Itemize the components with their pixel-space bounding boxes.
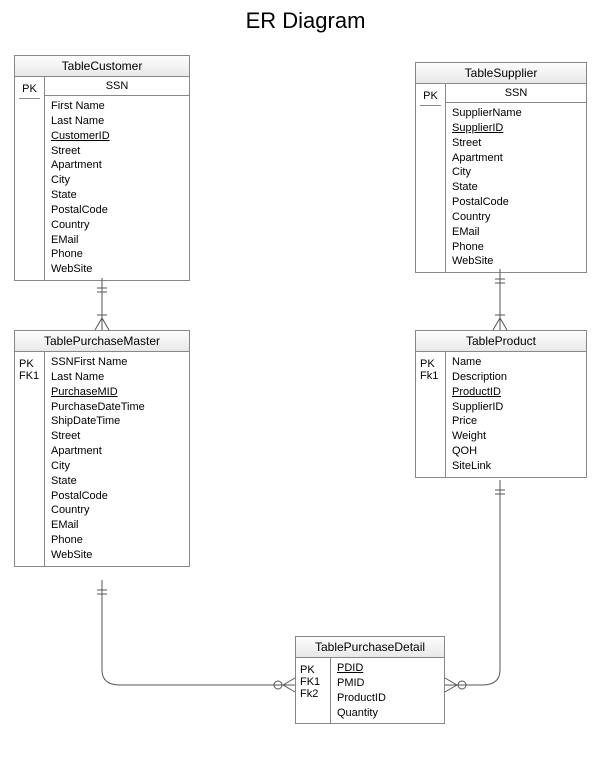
key-fk1: FK1: [19, 370, 40, 382]
diagram-title: ER Diagram: [0, 8, 611, 34]
entity-purchase-master-header: TablePurchaseMaster: [15, 331, 189, 352]
entity-purchase-detail: TablePurchaseDetail PK FK1 Fk2 PDID PMID…: [295, 636, 445, 724]
entity-product: TableProduct PK Fk1 Name Description Pro…: [415, 330, 587, 478]
ssn-header: SSN: [446, 84, 586, 103]
entity-purchase-master-keycol: PK FK1: [15, 352, 45, 566]
entity-supplier-attrs: SupplierName SupplierID Street Apartment…: [446, 103, 586, 272]
entity-customer: TableCustomer PK SSN First Name Last Nam…: [14, 55, 190, 281]
entity-customer-attrs: First Name Last Name CustomerID Street A…: [45, 96, 189, 280]
entity-purchase-master: TablePurchaseMaster PK FK1 SSNFirst Name…: [14, 330, 190, 567]
key-pk: PK: [300, 661, 326, 676]
key-fk1: FK1: [300, 676, 326, 688]
entity-purchase-detail-keycol: PK FK1 Fk2: [296, 658, 331, 723]
pk-label: PK: [19, 80, 40, 99]
entity-customer-header: TableCustomer: [15, 56, 189, 77]
entity-product-header: TableProduct: [416, 331, 586, 352]
pk-label: PK: [420, 87, 441, 106]
entity-purchase-detail-header: TablePurchaseDetail: [296, 637, 444, 658]
entity-supplier: TableSupplier PK SSN SupplierName Suppli…: [415, 62, 587, 273]
entity-product-keycol: PK Fk1: [416, 352, 446, 477]
key-pk: PK: [420, 355, 441, 370]
entity-supplier-header: TableSupplier: [416, 63, 586, 84]
key-pk: PK: [19, 355, 40, 370]
entity-supplier-keycol: PK: [416, 84, 446, 272]
entity-customer-keycol: PK: [15, 77, 45, 280]
entity-purchase-master-attrs: SSNFirst Name Last Name PurchaseMID Purc…: [45, 352, 189, 566]
ssn-header: SSN: [45, 77, 189, 96]
entity-purchase-detail-attrs: PDID PMID ProductID Quantity: [331, 658, 444, 723]
key-fk1: Fk1: [420, 370, 441, 382]
entity-product-attrs: Name Description ProductID SupplierID Pr…: [446, 352, 586, 477]
key-fk2: Fk2: [300, 688, 326, 700]
